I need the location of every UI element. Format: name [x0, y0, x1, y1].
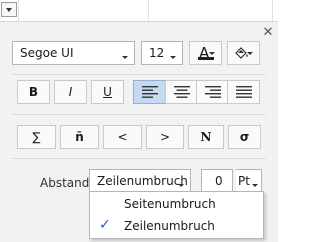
- n-symbol-button[interactable]: N: [188, 125, 224, 149]
- underline-label: U: [103, 85, 112, 99]
- sum-symbol-button[interactable]: ∑: [17, 125, 56, 149]
- align-justify-button[interactable]: [227, 80, 260, 104]
- align-left-button[interactable]: [133, 80, 166, 104]
- spacing-value-input[interactable]: 0: [201, 169, 233, 193]
- fill-color-button[interactable]: [227, 41, 260, 65]
- chevron-down-icon: [209, 52, 215, 55]
- spacing-value: 0: [215, 174, 223, 188]
- spacing-type-value: Zeilenumbruch: [97, 174, 188, 188]
- align-center-icon: [174, 86, 190, 98]
- spreadsheet-header-strip: [0, 0, 278, 22]
- italic-label: I: [68, 85, 73, 99]
- separator: [12, 158, 266, 159]
- mean-symbol-button[interactable]: n̄: [60, 125, 99, 149]
- sum-label: ∑: [32, 130, 41, 144]
- align-right-icon: [205, 86, 221, 98]
- italic-button[interactable]: I: [54, 80, 87, 104]
- column-divider: [18, 0, 19, 21]
- spacing-unit-select[interactable]: Pt: [236, 169, 262, 193]
- bold-button[interactable]: B: [17, 80, 50, 104]
- close-icon[interactable]: ✕: [262, 26, 274, 39]
- font-family-select[interactable]: Segoe UI: [12, 41, 135, 65]
- font-size-value: 12: [149, 46, 165, 60]
- dropdown-option-zeilenumbruch[interactable]: ✓ Zeilenumbruch: [90, 215, 263, 237]
- sigma-symbol-button[interactable]: σ: [228, 125, 261, 149]
- n-label: N: [200, 130, 212, 144]
- separator: [12, 114, 266, 115]
- option-label: Seitenumbruch: [124, 197, 216, 211]
- bold-label: B: [28, 85, 39, 99]
- align-left-icon: [142, 86, 158, 98]
- chevron-down-icon: [122, 56, 128, 59]
- font-color-button[interactable]: A: [189, 41, 222, 65]
- less-than-label: <: [117, 130, 128, 144]
- filter-dropdown-button[interactable]: [1, 2, 17, 17]
- sigma-label: σ: [239, 130, 250, 144]
- align-center-button[interactable]: [165, 80, 197, 104]
- spacing-unit-value: Pt: [238, 174, 250, 188]
- align-right-button[interactable]: [196, 80, 228, 104]
- chevron-down-icon: [170, 56, 176, 59]
- checkmark-icon: ✓: [99, 217, 111, 233]
- font-size-select[interactable]: 12: [141, 41, 183, 65]
- chevron-down-icon: [178, 184, 184, 187]
- spacing-type-select[interactable]: Zeilenumbruch: [89, 169, 191, 193]
- less-than-symbol-button[interactable]: <: [103, 125, 142, 149]
- font-color-bar: [198, 57, 214, 60]
- greater-than-symbol-button[interactable]: >: [146, 125, 184, 149]
- mean-label: n̄: [75, 130, 84, 144]
- column-divider: [148, 0, 149, 21]
- underline-button[interactable]: U: [91, 80, 124, 104]
- separator: [12, 74, 266, 75]
- dropdown-option-seitenumbruch[interactable]: Seitenumbruch: [90, 193, 263, 215]
- font-family-value: Segoe UI: [20, 46, 74, 60]
- align-justify-icon: [236, 86, 252, 98]
- column-divider: [272, 0, 273, 21]
- option-label: Zeilenumbruch: [124, 219, 215, 233]
- chevron-down-icon: [247, 52, 253, 55]
- chevron-down-icon: [252, 184, 258, 187]
- spacing-label: Abstand: [40, 176, 90, 190]
- greater-than-label: >: [159, 130, 171, 144]
- spacing-type-dropdown: Seitenumbruch ✓ Zeilenumbruch: [89, 191, 264, 239]
